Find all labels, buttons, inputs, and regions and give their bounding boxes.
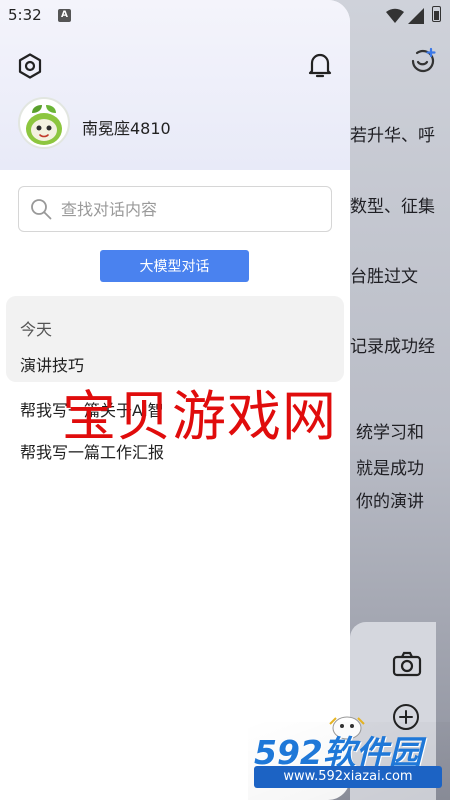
watermark-logo-url: www.592xiazai.com <box>254 766 442 788</box>
a-notification-icon: A <box>58 9 71 22</box>
history-group-today: 今天 演讲技巧 <box>6 296 344 382</box>
settings-hexagon-icon[interactable] <box>16 52 44 80</box>
bell-icon[interactable] <box>306 50 334 80</box>
background-text-line: 你的演讲 <box>356 492 424 512</box>
background-text-line: 数型、征集 <box>350 197 435 217</box>
avatar[interactable] <box>18 97 70 149</box>
camera-icon[interactable] <box>392 650 422 678</box>
search-input[interactable] <box>61 187 321 231</box>
new-chat-button[interactable]: 大模型对话 <box>100 250 249 282</box>
status-bar: 5:32 A <box>0 0 450 32</box>
search-icon <box>31 199 52 220</box>
background-text-line: 若升华、呼 <box>350 126 435 146</box>
apple-mascot-icon <box>26 105 62 145</box>
background-text-line: 记录成功经 <box>350 337 435 357</box>
signal-icon <box>408 8 424 24</box>
history-group-heading: 今天 <box>20 320 53 339</box>
background-text-line: 就是成功 <box>356 459 424 479</box>
watermark-text: 宝贝游戏网 <box>62 385 337 448</box>
status-time: 5:32 <box>8 6 42 24</box>
wifi-icon <box>386 8 404 23</box>
username: 南冕座4810 <box>82 119 171 138</box>
background-text-line: 台胜过文 <box>350 267 418 287</box>
search-field[interactable] <box>18 186 332 232</box>
new-chat-icon[interactable] <box>408 46 438 76</box>
watermark-logo: 592软件园 www.592xiazai.com <box>248 722 450 800</box>
background-text-line: 统学习和 <box>356 423 424 443</box>
battery-icon <box>432 6 441 22</box>
